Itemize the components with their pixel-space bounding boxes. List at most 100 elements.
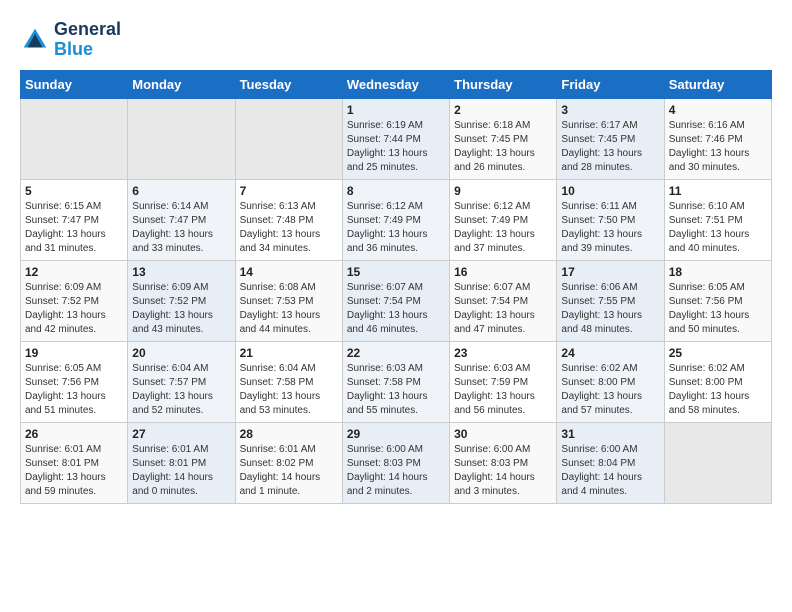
day-info: Sunrise: 6:07 AMSunset: 7:54 PMDaylight:… [454,281,552,337]
day-info: Sunrise: 6:01 AMSunset: 8:01 PMDaylight:… [132,443,230,499]
day-number: 5 [25,184,123,198]
calendar-cell: 2 Sunrise: 6:18 AMSunset: 7:45 PMDaylight… [450,98,557,179]
day-info: Sunrise: 6:17 AMSunset: 7:45 PMDaylight:… [561,119,659,175]
day-header-sunday: Sunday [21,70,128,98]
calendar-cell: 26 Sunrise: 6:01 AMSunset: 8:01 PMDayligh… [21,422,128,503]
day-info: Sunrise: 6:01 AMSunset: 8:01 PMDaylight:… [25,443,123,499]
day-info: Sunrise: 6:18 AMSunset: 7:45 PMDaylight:… [454,119,552,175]
day-info: Sunrise: 6:08 AMSunset: 7:53 PMDaylight:… [240,281,338,337]
calendar-cell: 16 Sunrise: 6:07 AMSunset: 7:54 PMDayligh… [450,260,557,341]
calendar-cell: 15 Sunrise: 6:07 AMSunset: 7:54 PMDayligh… [342,260,449,341]
calendar-cell: 14 Sunrise: 6:08 AMSunset: 7:53 PMDayligh… [235,260,342,341]
calendar-week-3: 12Sunrise: 6:09 AMSunset: 7:52 PMDayligh… [21,260,772,341]
day-header-tuesday: Tuesday [235,70,342,98]
logo-text: General Blue [54,20,121,60]
day-info: Sunrise: 6:16 AMSunset: 7:46 PMDaylight:… [669,119,767,175]
day-number: 16 [454,265,552,279]
day-info: Sunrise: 6:19 AMSunset: 7:44 PMDaylight:… [347,119,445,175]
logo: General Blue [20,20,121,60]
day-info: Sunrise: 6:05 AMSunset: 7:56 PMDaylight:… [669,281,767,337]
calendar-cell: 24Sunrise: 6:02 AMSunset: 8:00 PMDayligh… [557,341,664,422]
day-info: Sunrise: 6:00 AMSunset: 8:04 PMDaylight:… [561,443,659,499]
day-number: 1 [347,103,445,117]
day-info: Sunrise: 6:12 AMSunset: 7:49 PMDaylight:… [454,200,552,256]
logo-icon [20,25,50,55]
calendar-cell [128,98,235,179]
day-info: Sunrise: 6:14 AMSunset: 7:47 PMDaylight:… [132,200,230,256]
day-info: Sunrise: 6:07 AMSunset: 7:54 PMDaylight:… [347,281,445,337]
day-number: 10 [561,184,659,198]
calendar-cell: 31 Sunrise: 6:00 AMSunset: 8:04 PMDayligh… [557,422,664,503]
day-number: 19 [25,346,123,360]
calendar-cell: 17 Sunrise: 6:06 AMSunset: 7:55 PMDayligh… [557,260,664,341]
day-number: 2 [454,103,552,117]
calendar-cell: 29Sunrise: 6:00 AMSunset: 8:03 PMDayligh… [342,422,449,503]
day-info: Sunrise: 6:02 AMSunset: 8:00 PMDaylight:… [669,362,767,418]
calendar-cell: 11 Sunrise: 6:10 AMSunset: 7:51 PMDayligh… [664,179,771,260]
day-number: 7 [240,184,338,198]
calendar-table: SundayMondayTuesdayWednesdayThursdayFrid… [20,70,772,504]
day-number: 25 [669,346,767,360]
calendar-cell: 30 Sunrise: 6:00 AMSunset: 8:03 PMDayligh… [450,422,557,503]
day-number: 17 [561,265,659,279]
day-info: Sunrise: 6:03 AMSunset: 7:58 PMDaylight:… [347,362,445,418]
calendar-cell: 22 Sunrise: 6:03 AMSunset: 7:58 PMDayligh… [342,341,449,422]
day-info: Sunrise: 6:09 AMSunset: 7:52 PMDaylight:… [132,281,230,337]
day-info: Sunrise: 6:06 AMSunset: 7:55 PMDaylight:… [561,281,659,337]
day-info: Sunrise: 6:09 AMSunset: 7:52 PMDaylight:… [25,281,123,337]
day-info: Sunrise: 6:13 AMSunset: 7:48 PMDaylight:… [240,200,338,256]
day-number: 11 [669,184,767,198]
calendar-cell [664,422,771,503]
page-header: General Blue [20,20,772,60]
calendar-cell: 5 Sunrise: 6:15 AMSunset: 7:47 PMDaylight… [21,179,128,260]
calendar-cell: 27 Sunrise: 6:01 AMSunset: 8:01 PMDayligh… [128,422,235,503]
calendar-cell: 28Sunrise: 6:01 AMSunset: 8:02 PMDayligh… [235,422,342,503]
day-number: 3 [561,103,659,117]
calendar-cell: 21Sunrise: 6:04 AMSunset: 7:58 PMDayligh… [235,341,342,422]
day-info: Sunrise: 6:00 AMSunset: 8:03 PMDaylight:… [454,443,552,499]
calendar-cell: 7 Sunrise: 6:13 AMSunset: 7:48 PMDaylight… [235,179,342,260]
day-info: Sunrise: 6:00 AMSunset: 8:03 PMDaylight:… [347,443,445,499]
calendar-week-4: 19 Sunrise: 6:05 AMSunset: 7:56 PMDayligh… [21,341,772,422]
day-number: 28 [240,427,338,441]
calendar-cell [235,98,342,179]
calendar-cell: 3 Sunrise: 6:17 AMSunset: 7:45 PMDaylight… [557,98,664,179]
day-info: Sunrise: 6:12 AMSunset: 7:49 PMDaylight:… [347,200,445,256]
day-number: 26 [25,427,123,441]
day-info: Sunrise: 6:05 AMSunset: 7:56 PMDaylight:… [25,362,123,418]
day-number: 13 [132,265,230,279]
day-info: Sunrise: 6:15 AMSunset: 7:47 PMDaylight:… [25,200,123,256]
calendar-cell: 10 Sunrise: 6:11 AMSunset: 7:50 PMDayligh… [557,179,664,260]
day-info: Sunrise: 6:11 AMSunset: 7:50 PMDaylight:… [561,200,659,256]
day-header-thursday: Thursday [450,70,557,98]
day-number: 23 [454,346,552,360]
day-header-monday: Monday [128,70,235,98]
calendar-week-1: 1 Sunrise: 6:19 AMSunset: 7:44 PMDaylight… [21,98,772,179]
day-header-friday: Friday [557,70,664,98]
day-number: 4 [669,103,767,117]
day-number: 15 [347,265,445,279]
calendar-cell: 1 Sunrise: 6:19 AMSunset: 7:44 PMDaylight… [342,98,449,179]
day-header-saturday: Saturday [664,70,771,98]
day-number: 6 [132,184,230,198]
day-number: 24 [561,346,659,360]
calendar-cell: 4 Sunrise: 6:16 AMSunset: 7:46 PMDaylight… [664,98,771,179]
calendar-week-2: 5 Sunrise: 6:15 AMSunset: 7:47 PMDaylight… [21,179,772,260]
day-info: Sunrise: 6:04 AMSunset: 7:57 PMDaylight:… [132,362,230,418]
calendar-cell: 19 Sunrise: 6:05 AMSunset: 7:56 PMDayligh… [21,341,128,422]
day-number: 22 [347,346,445,360]
calendar-cell: 12Sunrise: 6:09 AMSunset: 7:52 PMDayligh… [21,260,128,341]
calendar-cell: 6 Sunrise: 6:14 AMSunset: 7:47 PMDaylight… [128,179,235,260]
calendar-week-5: 26 Sunrise: 6:01 AMSunset: 8:01 PMDayligh… [21,422,772,503]
calendar-cell: 9Sunrise: 6:12 AMSunset: 7:49 PMDaylight… [450,179,557,260]
day-info: Sunrise: 6:10 AMSunset: 7:51 PMDaylight:… [669,200,767,256]
day-info: Sunrise: 6:03 AMSunset: 7:59 PMDaylight:… [454,362,552,418]
calendar-cell: 23 Sunrise: 6:03 AMSunset: 7:59 PMDayligh… [450,341,557,422]
day-number: 30 [454,427,552,441]
day-number: 31 [561,427,659,441]
day-number: 21 [240,346,338,360]
day-number: 27 [132,427,230,441]
calendar-cell: 13 Sunrise: 6:09 AMSunset: 7:52 PMDayligh… [128,260,235,341]
day-number: 14 [240,265,338,279]
calendar-cell [21,98,128,179]
